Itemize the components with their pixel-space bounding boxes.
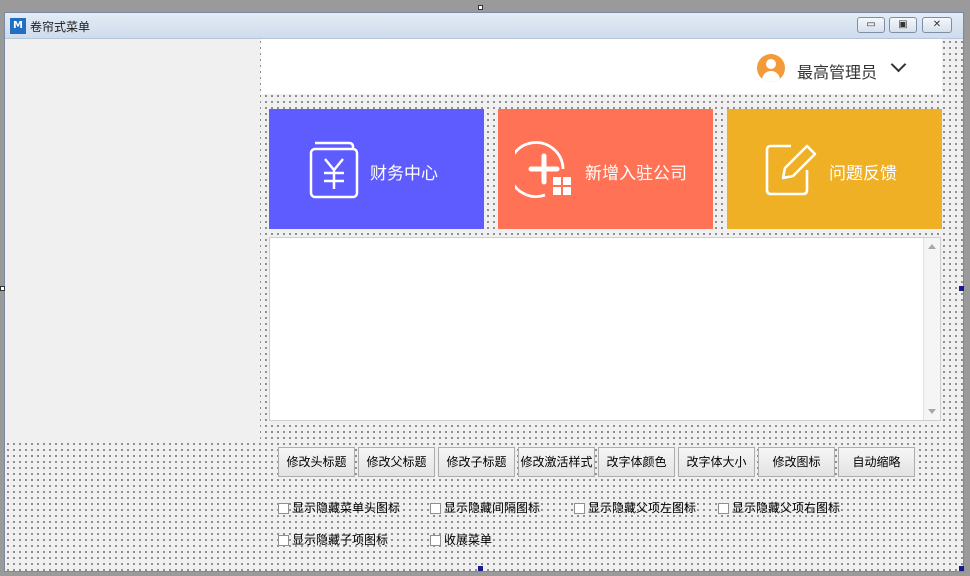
change-font-size-button[interactable]: 改字体大小	[678, 447, 755, 477]
window-title: 卷帘式菜单	[30, 20, 91, 34]
minimize-button[interactable]: ▭	[857, 17, 885, 33]
auto-collapse-button[interactable]: 自动缩略	[838, 447, 915, 477]
expand-collapse-menu-checkbox[interactable]: 收展菜单	[430, 531, 492, 548]
close-button[interactable]: ✕	[922, 17, 952, 33]
checkbox-box[interactable]	[718, 503, 729, 514]
change-font-color-button[interactable]: 改字体颜色	[598, 447, 675, 477]
maximize-button[interactable]: ▣	[889, 17, 917, 33]
form-client-area: 最高管理员 财务中心 新增入驻公司 问题反馈 修改头标题 修改父标题 修改子标题…	[5, 39, 963, 571]
edit-feedback-icon	[765, 144, 817, 196]
toggle-separator-icon-checkbox[interactable]: 显示隐藏间隔图标	[430, 499, 540, 516]
output-textarea[interactable]	[269, 237, 941, 421]
scroll-up-arrow-icon[interactable]	[928, 244, 936, 249]
card-finance-center[interactable]: 财务中心	[269, 109, 484, 229]
vertical-scrollbar[interactable]	[923, 238, 940, 420]
toggle-child-icon-checkbox[interactable]: 显示隐藏子项图标	[278, 531, 388, 548]
resize-handle-top[interactable]	[478, 5, 483, 10]
checkbox-box[interactable]	[430, 535, 441, 546]
app-logo-icon: M	[10, 18, 26, 34]
checkbox-box[interactable]	[574, 503, 585, 514]
resize-handle-left[interactable]	[0, 286, 5, 291]
toggle-menu-header-icon-checkbox[interactable]: 显示隐藏菜单头图标	[278, 499, 400, 516]
edit-active-style-button[interactable]: 修改激活样式	[518, 447, 595, 477]
checkbox-box[interactable]	[278, 503, 289, 514]
scroll-down-arrow-icon[interactable]	[928, 409, 936, 414]
resize-handle-bottom[interactable]	[478, 566, 483, 571]
resize-handle-right[interactable]	[959, 286, 964, 291]
card-label: 财务中心	[370, 164, 438, 184]
resize-handle-corner[interactable]	[959, 566, 964, 571]
toggle-parent-left-icon-checkbox[interactable]: 显示隐藏父项左图标	[574, 499, 696, 516]
checkbox-box[interactable]	[430, 503, 441, 514]
edit-icon-button[interactable]: 修改图标	[758, 447, 835, 477]
edit-header-title-button[interactable]: 修改头标题	[278, 447, 355, 477]
finance-document-icon	[309, 141, 359, 199]
card-feedback[interactable]: 问题反馈	[727, 109, 942, 229]
user-avatar-icon[interactable]	[757, 54, 785, 82]
chevron-down-icon[interactable]	[890, 56, 907, 73]
card-label: 问题反馈	[829, 164, 897, 184]
edit-child-title-button[interactable]: 修改子标题	[438, 447, 515, 477]
toggle-parent-right-icon-checkbox[interactable]: 显示隐藏父项右图标	[718, 499, 840, 516]
user-name[interactable]: 最高管理员	[797, 59, 877, 83]
sidebar-menu-panel[interactable]	[5, 39, 260, 441]
card-label: 新增入驻公司	[585, 164, 687, 184]
top-header: 最高管理员	[261, 39, 942, 94]
checkbox-box[interactable]	[278, 535, 289, 546]
add-company-icon	[515, 141, 571, 198]
edit-parent-title-button[interactable]: 修改父标题	[358, 447, 435, 477]
card-add-company[interactable]: 新增入驻公司	[498, 109, 713, 229]
title-bar[interactable]: M 卷帘式菜单 ▭ ▣ ✕	[5, 13, 963, 39]
app-window: M 卷帘式菜单 ▭ ▣ ✕ 最高管理员 财务中心 新增入驻公司 问题反馈 修改头…	[4, 12, 964, 572]
